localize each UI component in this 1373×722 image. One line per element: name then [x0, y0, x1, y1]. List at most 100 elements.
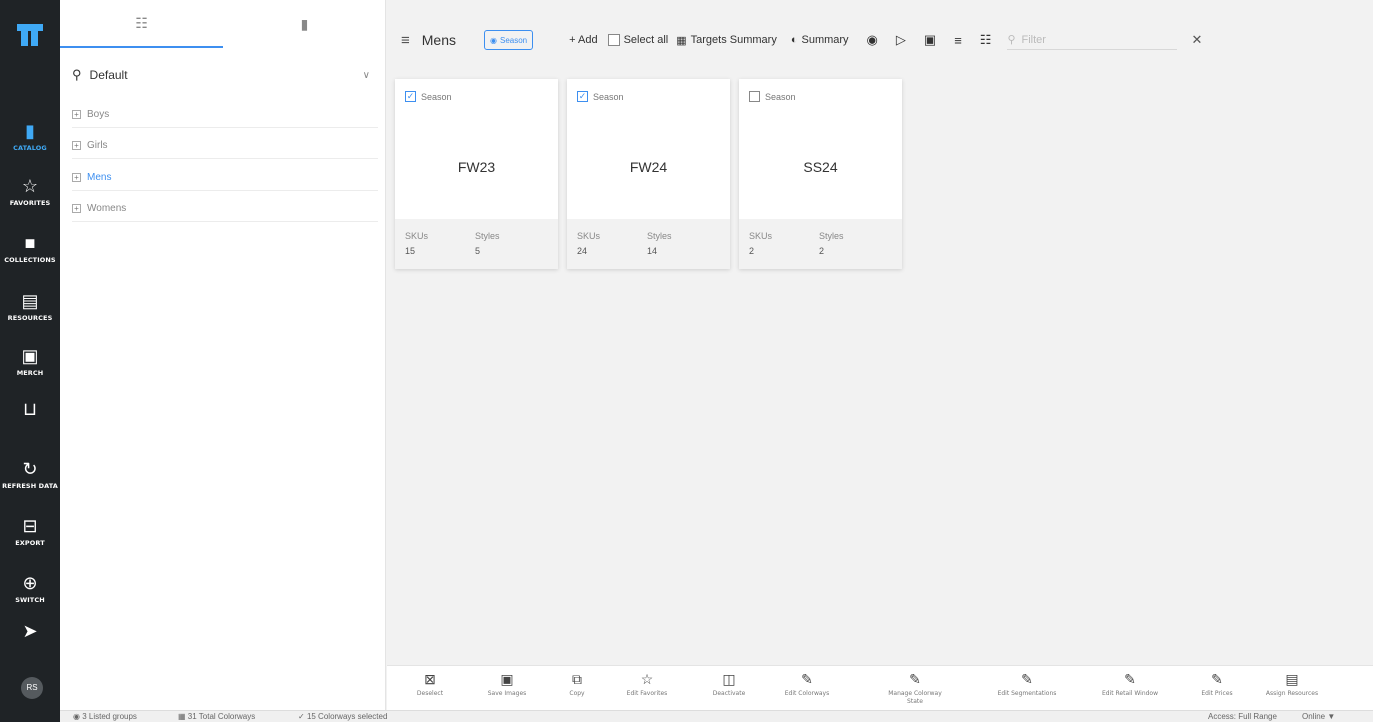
- nav-collections[interactable]: ■ COLLECTIONS: [0, 232, 60, 264]
- total-colorways-status: ▦ 31 Total Colorways: [178, 712, 255, 721]
- manage-colorway-state-button[interactable]: ✎ Manage Colorway State: [880, 670, 950, 706]
- nav-favorites[interactable]: ☆ FAVORITES: [0, 175, 60, 207]
- nav-label: CATALOG: [13, 144, 47, 152]
- edit-prices-button[interactable]: ✎ Edit Prices: [1182, 670, 1252, 698]
- tab-hierarchy[interactable]: ☷: [60, 0, 223, 48]
- nav-export[interactable]: ⊟ EXPORT: [0, 515, 60, 547]
- catalog-icon: ▮: [25, 121, 35, 141]
- expand-icon[interactable]: +: [72, 110, 81, 119]
- skus-label: SKUs: [749, 231, 773, 241]
- image-icon[interactable]: ▣: [924, 32, 936, 48]
- edit-retail-window-button[interactable]: ✎ Edit Retail Window: [1095, 670, 1165, 698]
- action-label: Deselect: [416, 690, 444, 697]
- binoculars-icon: ◉: [490, 35, 497, 45]
- card-styles: Styles 2: [819, 231, 844, 256]
- deselect-button[interactable]: ⊠ Deselect: [395, 670, 465, 698]
- styles-label: Styles: [647, 231, 672, 241]
- chevron-down-icon[interactable]: ∨: [363, 70, 370, 81]
- summary-label: Summary: [801, 34, 849, 46]
- season-card[interactable]: ✓ Season FW24 SKUs 24 Styles 14: [567, 79, 730, 269]
- pencil-icon: ✎: [1021, 671, 1033, 687]
- targets-summary-button[interactable]: ▦ Targets Summary: [676, 34, 777, 47]
- nav-resources[interactable]: ▤ RESOURCES: [0, 290, 60, 322]
- card-skus: SKUs 24: [577, 231, 600, 256]
- search-icon: ⚲: [72, 67, 82, 82]
- season-card[interactable]: Season SS24 SKUs 2 Styles 2: [739, 79, 902, 269]
- merch-icon: ▣: [21, 346, 39, 366]
- season-pill[interactable]: ◉ Season: [484, 30, 534, 50]
- star-icon: ☆: [21, 176, 39, 196]
- collections-icon: ■: [24, 233, 36, 253]
- tree-search[interactable]: ⚲ Default ∨: [72, 62, 378, 88]
- tree-item-girls[interactable]: + Girls: [72, 133, 378, 159]
- status-bar: ◉ 3 Listed groups ▦ 31 Total Colorways ✓…: [60, 710, 1373, 722]
- pencil-icon: ✎: [1211, 671, 1223, 687]
- play-icon[interactable]: ▷: [896, 32, 906, 48]
- card-header-label: Season: [421, 91, 452, 102]
- tree-item-mens[interactable]: + Mens: [72, 165, 378, 191]
- skus-value: 15: [405, 246, 416, 256]
- card-header: ✓ Season: [405, 91, 452, 102]
- avatar[interactable]: RS: [21, 677, 43, 699]
- card-footer: SKUs 24 Styles 14: [567, 219, 730, 269]
- expand-icon[interactable]: +: [72, 204, 81, 213]
- filter-input[interactable]: ⚲ Filter: [1007, 30, 1178, 50]
- close-icon[interactable]: ✕: [1191, 32, 1202, 48]
- add-button[interactable]: + Add: [569, 34, 597, 46]
- tree-item-label: Womens: [87, 203, 127, 214]
- card-header: ✓ Season: [577, 91, 624, 102]
- nav-catalog[interactable]: ▮ CATALOG: [0, 120, 60, 152]
- select-all-label: Select all: [623, 34, 669, 46]
- pie-chart-icon: ◐: [790, 34, 798, 46]
- nav-cart[interactable]: ⊔: [0, 398, 60, 420]
- deactivate-button[interactable]: ◫ Deactivate: [694, 670, 764, 698]
- save-images-button[interactable]: ▣ Save Images: [472, 670, 542, 698]
- assign-resources-button[interactable]: ▤ Assign Resources: [1257, 670, 1327, 698]
- summary-button[interactable]: ◐ Summary: [791, 34, 849, 46]
- listed-groups-status: ◉ 3 Listed groups: [73, 712, 137, 721]
- tree-item-womens[interactable]: + Womens: [72, 196, 378, 222]
- styles-value: 14: [647, 246, 658, 256]
- nav-label: MERCH: [16, 369, 44, 377]
- styles-label: Styles: [475, 231, 500, 241]
- nav-refresh[interactable]: ↻ REFRESH DATA: [0, 458, 60, 490]
- select-all-button[interactable]: Select all: [607, 34, 669, 46]
- nav-rocket[interactable]: ➤: [0, 620, 60, 642]
- nav-merch[interactable]: ▣ MERCH: [0, 345, 60, 377]
- card-skus: SKUs 2: [749, 231, 772, 256]
- refresh-icon: ↻: [22, 459, 38, 479]
- card-checkbox[interactable]: ✓: [577, 91, 588, 102]
- sliders-icon[interactable]: ≡: [954, 33, 962, 48]
- total-colorways-text: 31 Total Colorways: [187, 712, 256, 721]
- switch-icon: ⊕: [22, 573, 38, 593]
- resources-icon: ▤: [1285, 671, 1299, 687]
- expand-icon[interactable]: +: [72, 141, 81, 150]
- tree-item-boys[interactable]: + Boys: [72, 102, 378, 128]
- card-name: FW23: [457, 159, 496, 175]
- card-styles: Styles 14: [647, 231, 672, 256]
- action-label: Manage Colorway State: [888, 690, 942, 705]
- binoculars-icon[interactable]: ◉: [867, 32, 878, 48]
- check-icon: ✓: [298, 712, 305, 721]
- edit-favorites-button[interactable]: ☆ Edit Favorites: [612, 670, 682, 698]
- styles-value: 5: [475, 246, 481, 256]
- tree-tabs: ☷ ▮: [60, 0, 386, 48]
- expand-icon[interactable]: +: [72, 173, 81, 182]
- edit-colorways-button[interactable]: ✎ Edit Colorways: [772, 670, 842, 698]
- card-checkbox[interactable]: [749, 91, 760, 102]
- app-logo[interactable]: [17, 22, 43, 48]
- pencil-icon: ✎: [909, 671, 921, 687]
- copy-icon: ⧉: [572, 671, 582, 687]
- select-all-checkbox[interactable]: [607, 34, 620, 46]
- tab-bookmarks[interactable]: ▮: [223, 0, 386, 48]
- selected-colorways-text: 15 Colorways selected: [306, 712, 388, 721]
- hierarchy-icon[interactable]: ☷: [980, 32, 992, 48]
- card-checkbox[interactable]: ✓: [405, 91, 416, 102]
- targets-summary-label: Targets Summary: [690, 34, 777, 46]
- copy-button[interactable]: ⧉ Copy: [542, 670, 612, 698]
- edit-segmentations-button[interactable]: ✎ Edit Segmentations: [992, 670, 1062, 698]
- trash-icon: ◫: [722, 671, 736, 687]
- season-card[interactable]: ✓ Season FW23 SKUs 15 Styles 5: [395, 79, 558, 269]
- nav-switch[interactable]: ⊕ SWITCH: [0, 572, 60, 604]
- menu-icon[interactable]: ≡: [401, 32, 410, 49]
